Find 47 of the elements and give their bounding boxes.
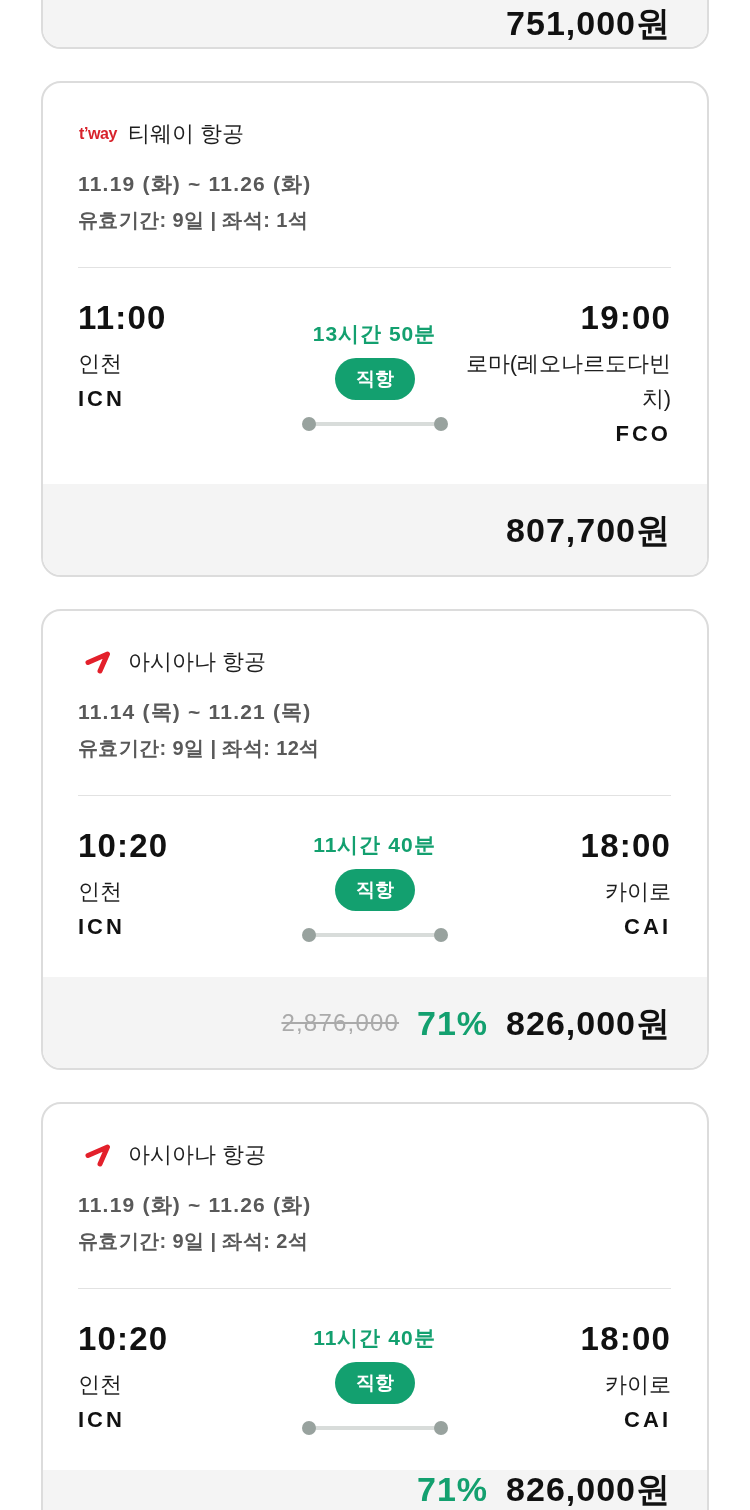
discount-rate: 71% (417, 1004, 489, 1041)
arrival-city: 카이로 (605, 1371, 671, 1399)
flight-card[interactable]: t’way 티웨이 항공 11.19 (화) ~ 11.26 (화) 유효기간: 9일 | 좌석: 1석 11:00 인천 ICN 13시간 50분 직항 19:00 로마(레오나르도다빈치) FCO 807,700원 (41, 81, 709, 577)
departure-time: 10:20 (78, 826, 169, 866)
departure-time: 11:00 (78, 298, 167, 338)
airline-name: 아시아나 항공 (128, 1141, 267, 1169)
departure-airport-code: ICN (78, 913, 125, 941)
flight-card[interactable]: 아시아나 항공 11.19 (화) ~ 11.26 (화) 유효기간: 9일 | 좌석: 2석 10:20 인천 ICN 11시간 40분 직항 18:00 카이로 CAI 71% 826,000원 (41, 1102, 709, 1510)
direct-flight-badge: 직항 (334, 1361, 415, 1404)
fare-price: 826,000원 (506, 1004, 671, 1041)
fare-price: 826,000원 (506, 1471, 671, 1507)
arrival-time: 19:00 (580, 298, 671, 338)
airline-name: 티웨이 항공 (128, 120, 245, 148)
departure-city: 인천 (78, 350, 122, 378)
departure-airport-code: ICN (78, 1406, 125, 1434)
departure-city: 인천 (78, 1371, 122, 1399)
flight-card[interactable]: 아시아나 항공 11.14 (목) ~ 11.21 (목) 유효기간: 9일 | 좌석: 12석 10:20 인천 ICN 11시간 40분 직항 18:00 카이로 CAI 2,876,000 71% 826,000원 (41, 609, 709, 1070)
fare-price: 751,000원 (506, 5, 671, 41)
direct-flight-badge: 직항 (334, 358, 415, 400)
validity-seats-text: 유효기간: 9일 | 좌석: 12석 (78, 736, 321, 761)
airline-logo: t’way (79, 125, 117, 143)
arrival-city: 카이로 (605, 878, 671, 906)
flight-duration: 11시간 40분 (313, 1324, 436, 1351)
airline-logo-icon (85, 650, 111, 674)
fare-price: 807,700원 (506, 511, 671, 548)
travel-dates: 11.14 (목) ~ 11.21 (목) (78, 699, 313, 725)
travel-dates: 11.19 (화) ~ 11.26 (화) (78, 1192, 313, 1218)
arrival-airport-code: FCO (615, 420, 671, 448)
flight-card[interactable]: 751,000원 (41, 0, 709, 49)
discount-rate: 71% (417, 1471, 489, 1507)
flight-duration: 13시간 50분 (312, 321, 437, 347)
travel-dates: 11.19 (화) ~ 11.26 (화) (78, 171, 313, 197)
arrival-airport-code: CAI (624, 1406, 671, 1434)
airline-logo-icon (85, 1143, 111, 1167)
arrival-airport-code: CAI (624, 913, 671, 941)
original-price: 2,876,000 (281, 1007, 400, 1038)
airline-name: 아시아나 항공 (128, 648, 267, 676)
validity-seats-text: 유효기간: 9일 | 좌석: 1석 (78, 208, 310, 233)
departure-airport-code: ICN (78, 385, 125, 413)
arrival-time: 18:00 (580, 1319, 671, 1359)
arrival-time: 18:00 (580, 826, 671, 866)
direct-flight-badge: 직항 (334, 868, 415, 911)
validity-seats-text: 유효기간: 9일 | 좌석: 2석 (78, 1229, 310, 1254)
departure-time: 10:20 (78, 1319, 169, 1359)
flight-duration: 11시간 40분 (313, 831, 436, 858)
arrival-city: 로마(레오나르도다빈치) (464, 350, 671, 413)
departure-city: 인천 (78, 878, 122, 906)
